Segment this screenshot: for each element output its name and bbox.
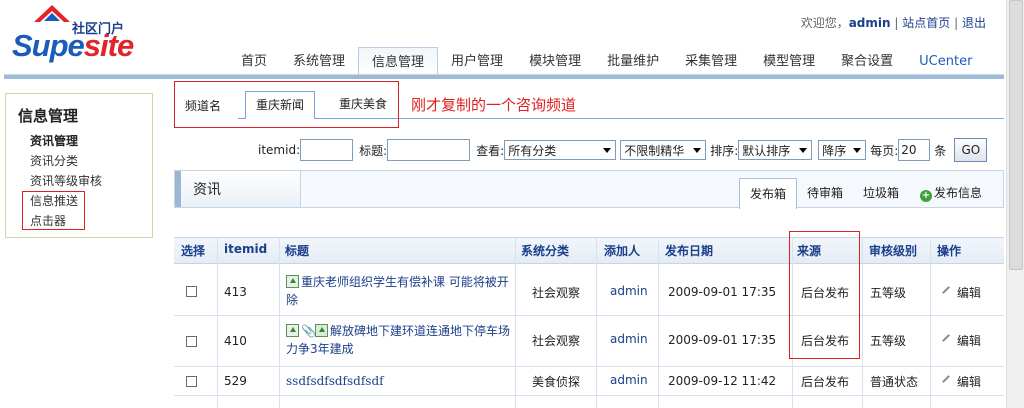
annotation-box-source bbox=[789, 231, 860, 359]
sidebar-item-news[interactable]: 资讯管理 bbox=[30, 132, 78, 149]
sidebar-item-level-review[interactable]: 资讯等级审核 bbox=[30, 172, 102, 189]
site-home-link[interactable]: 站点首页 bbox=[902, 16, 950, 30]
sidebar-item-category[interactable]: 资讯分类 bbox=[30, 152, 78, 169]
col-title: 标题 bbox=[285, 244, 310, 258]
itemid-input[interactable] bbox=[300, 139, 354, 161]
tab-publish-box[interactable]: 发布箱 bbox=[739, 178, 798, 209]
col-category: 系统分类 bbox=[521, 244, 570, 258]
nav-home[interactable]: 首页 bbox=[228, 47, 280, 75]
logout-link[interactable]: 退出 bbox=[962, 16, 986, 30]
title-label: 标题: bbox=[359, 143, 388, 158]
row-title[interactable]: 重庆老师组织学生有偿补课 可能将被开除 bbox=[286, 273, 511, 309]
scrollbar-thumb[interactable] bbox=[1009, 0, 1023, 270]
col-action: 操作 bbox=[937, 244, 962, 258]
house-logo-icon bbox=[34, 5, 70, 22]
filter-bar: itemid: 标题: 查看: 所有分类 不限制精华 排序: 默认排序 降序 每… bbox=[258, 138, 988, 162]
category-select[interactable]: 所有分类 bbox=[504, 140, 617, 160]
section-accent bbox=[175, 171, 181, 207]
col-select: 选择 bbox=[181, 244, 206, 258]
tab-trash-box[interactable]: 垃圾箱 bbox=[853, 178, 909, 209]
tab-pending-box[interactable]: 待审箱 bbox=[797, 178, 853, 209]
row-level: 普通状态 bbox=[870, 375, 919, 389]
row-checkbox[interactable] bbox=[186, 336, 197, 347]
row-author[interactable]: admin bbox=[610, 373, 648, 387]
section-title: 资讯 bbox=[193, 182, 221, 198]
col-level: 审核级别 bbox=[869, 244, 918, 258]
separator: | bbox=[954, 16, 959, 30]
row-title[interactable]: 📎 解放碑地下建环道连通地下停车场 力争3年建成 bbox=[286, 322, 514, 358]
go-button[interactable]: GO bbox=[954, 138, 988, 162]
annotation-box-channel bbox=[174, 81, 399, 128]
sort-label: 排序: bbox=[710, 143, 739, 158]
row-itemid: 413 bbox=[224, 285, 247, 299]
col-date: 发布日期 bbox=[665, 244, 714, 258]
nav-underline bbox=[4, 74, 1004, 79]
add-info-button[interactable]: + 发布信息 bbox=[910, 178, 992, 209]
perpage-input[interactable]: 20 bbox=[898, 139, 931, 161]
edit-icon bbox=[942, 334, 955, 347]
nav-collect[interactable]: 采集管理 bbox=[672, 47, 750, 75]
row-checkbox[interactable] bbox=[186, 286, 197, 297]
scrollbar[interactable] bbox=[1006, 0, 1024, 408]
up-icon bbox=[286, 324, 299, 337]
row-title[interactable]: ssdfsdfsdfsdfsdf bbox=[286, 374, 384, 388]
annotation-box-sidebar bbox=[22, 191, 85, 230]
row-edit-link[interactable]: 编辑 bbox=[942, 332, 981, 349]
add-icon: + bbox=[920, 190, 932, 202]
edit-icon bbox=[942, 286, 955, 299]
separator: | bbox=[894, 16, 899, 30]
sidebar-title: 信息管理 bbox=[18, 107, 79, 125]
nav-aggregate[interactable]: 聚合设置 bbox=[828, 47, 906, 75]
row-edit-link[interactable]: 编辑 bbox=[942, 373, 981, 390]
sort-select[interactable]: 默认排序 bbox=[738, 140, 813, 160]
supesite-logo[interactable]: 社区门户 Supesite bbox=[10, 4, 150, 64]
itemid-label: itemid: bbox=[258, 143, 301, 157]
row-category[interactable]: 美食侦探 bbox=[532, 373, 580, 390]
annotation-note: 刚才复制的一个咨询频道 bbox=[411, 96, 577, 114]
section-title-box: 资讯 bbox=[175, 171, 301, 207]
main-nav: 首页 系统管理 信息管理 用户管理 模块管理 批量维护 采集管理 模型管理 聚合… bbox=[228, 47, 985, 76]
attachment-icon: 📎 bbox=[301, 324, 316, 338]
nav-info-manage[interactable]: 信息管理 bbox=[358, 47, 439, 76]
row-date: 2009-09-01 17:35 bbox=[668, 333, 777, 347]
grade-select[interactable]: 不限制精华 bbox=[620, 140, 707, 160]
nav-users[interactable]: 用户管理 bbox=[438, 47, 516, 75]
welcome-text: 欢迎您， bbox=[800, 16, 849, 30]
row-level: 五等级 bbox=[870, 334, 907, 348]
row-checkbox[interactable] bbox=[186, 376, 197, 387]
row-edit-link[interactable]: 编辑 bbox=[942, 284, 981, 301]
row-itemid: 410 bbox=[224, 334, 247, 348]
col-author: 添加人 bbox=[604, 244, 641, 258]
row-date: 2009-09-12 11:42 bbox=[668, 374, 777, 388]
perpage-unit: 条 bbox=[934, 143, 947, 158]
row-itemid: 529 bbox=[224, 374, 247, 388]
nav-ucenter[interactable]: UCenter bbox=[906, 47, 985, 75]
username-link[interactable]: admin bbox=[849, 16, 891, 30]
nav-system[interactable]: 系统管理 bbox=[280, 47, 358, 75]
row-category[interactable]: 社会观察 bbox=[532, 284, 580, 301]
user-bar: 欢迎您，admin | 站点首页 | 退出 bbox=[801, 14, 986, 31]
col-itemid: itemid bbox=[224, 242, 268, 256]
edit-icon bbox=[942, 375, 955, 388]
row-date: 2009-09-01 17:35 bbox=[668, 285, 777, 299]
up-icon bbox=[286, 275, 299, 288]
logo-brand: Supesite bbox=[12, 28, 134, 63]
nav-models[interactable]: 模型管理 bbox=[750, 47, 828, 75]
row-level: 五等级 bbox=[870, 286, 907, 300]
row-source: 后台发布 bbox=[801, 375, 850, 389]
image-icon bbox=[315, 324, 328, 337]
title-input[interactable] bbox=[387, 139, 471, 161]
nav-batch[interactable]: 批量维护 bbox=[594, 47, 672, 75]
nav-modules[interactable]: 模块管理 bbox=[516, 47, 594, 75]
row-author[interactable]: admin bbox=[610, 332, 648, 346]
row-category[interactable]: 社会观察 bbox=[532, 332, 580, 349]
view-label: 查看: bbox=[476, 143, 505, 158]
perpage-label: 每页: bbox=[870, 143, 899, 158]
order-select[interactable]: 降序 bbox=[818, 140, 867, 160]
row-author[interactable]: admin bbox=[610, 284, 648, 298]
